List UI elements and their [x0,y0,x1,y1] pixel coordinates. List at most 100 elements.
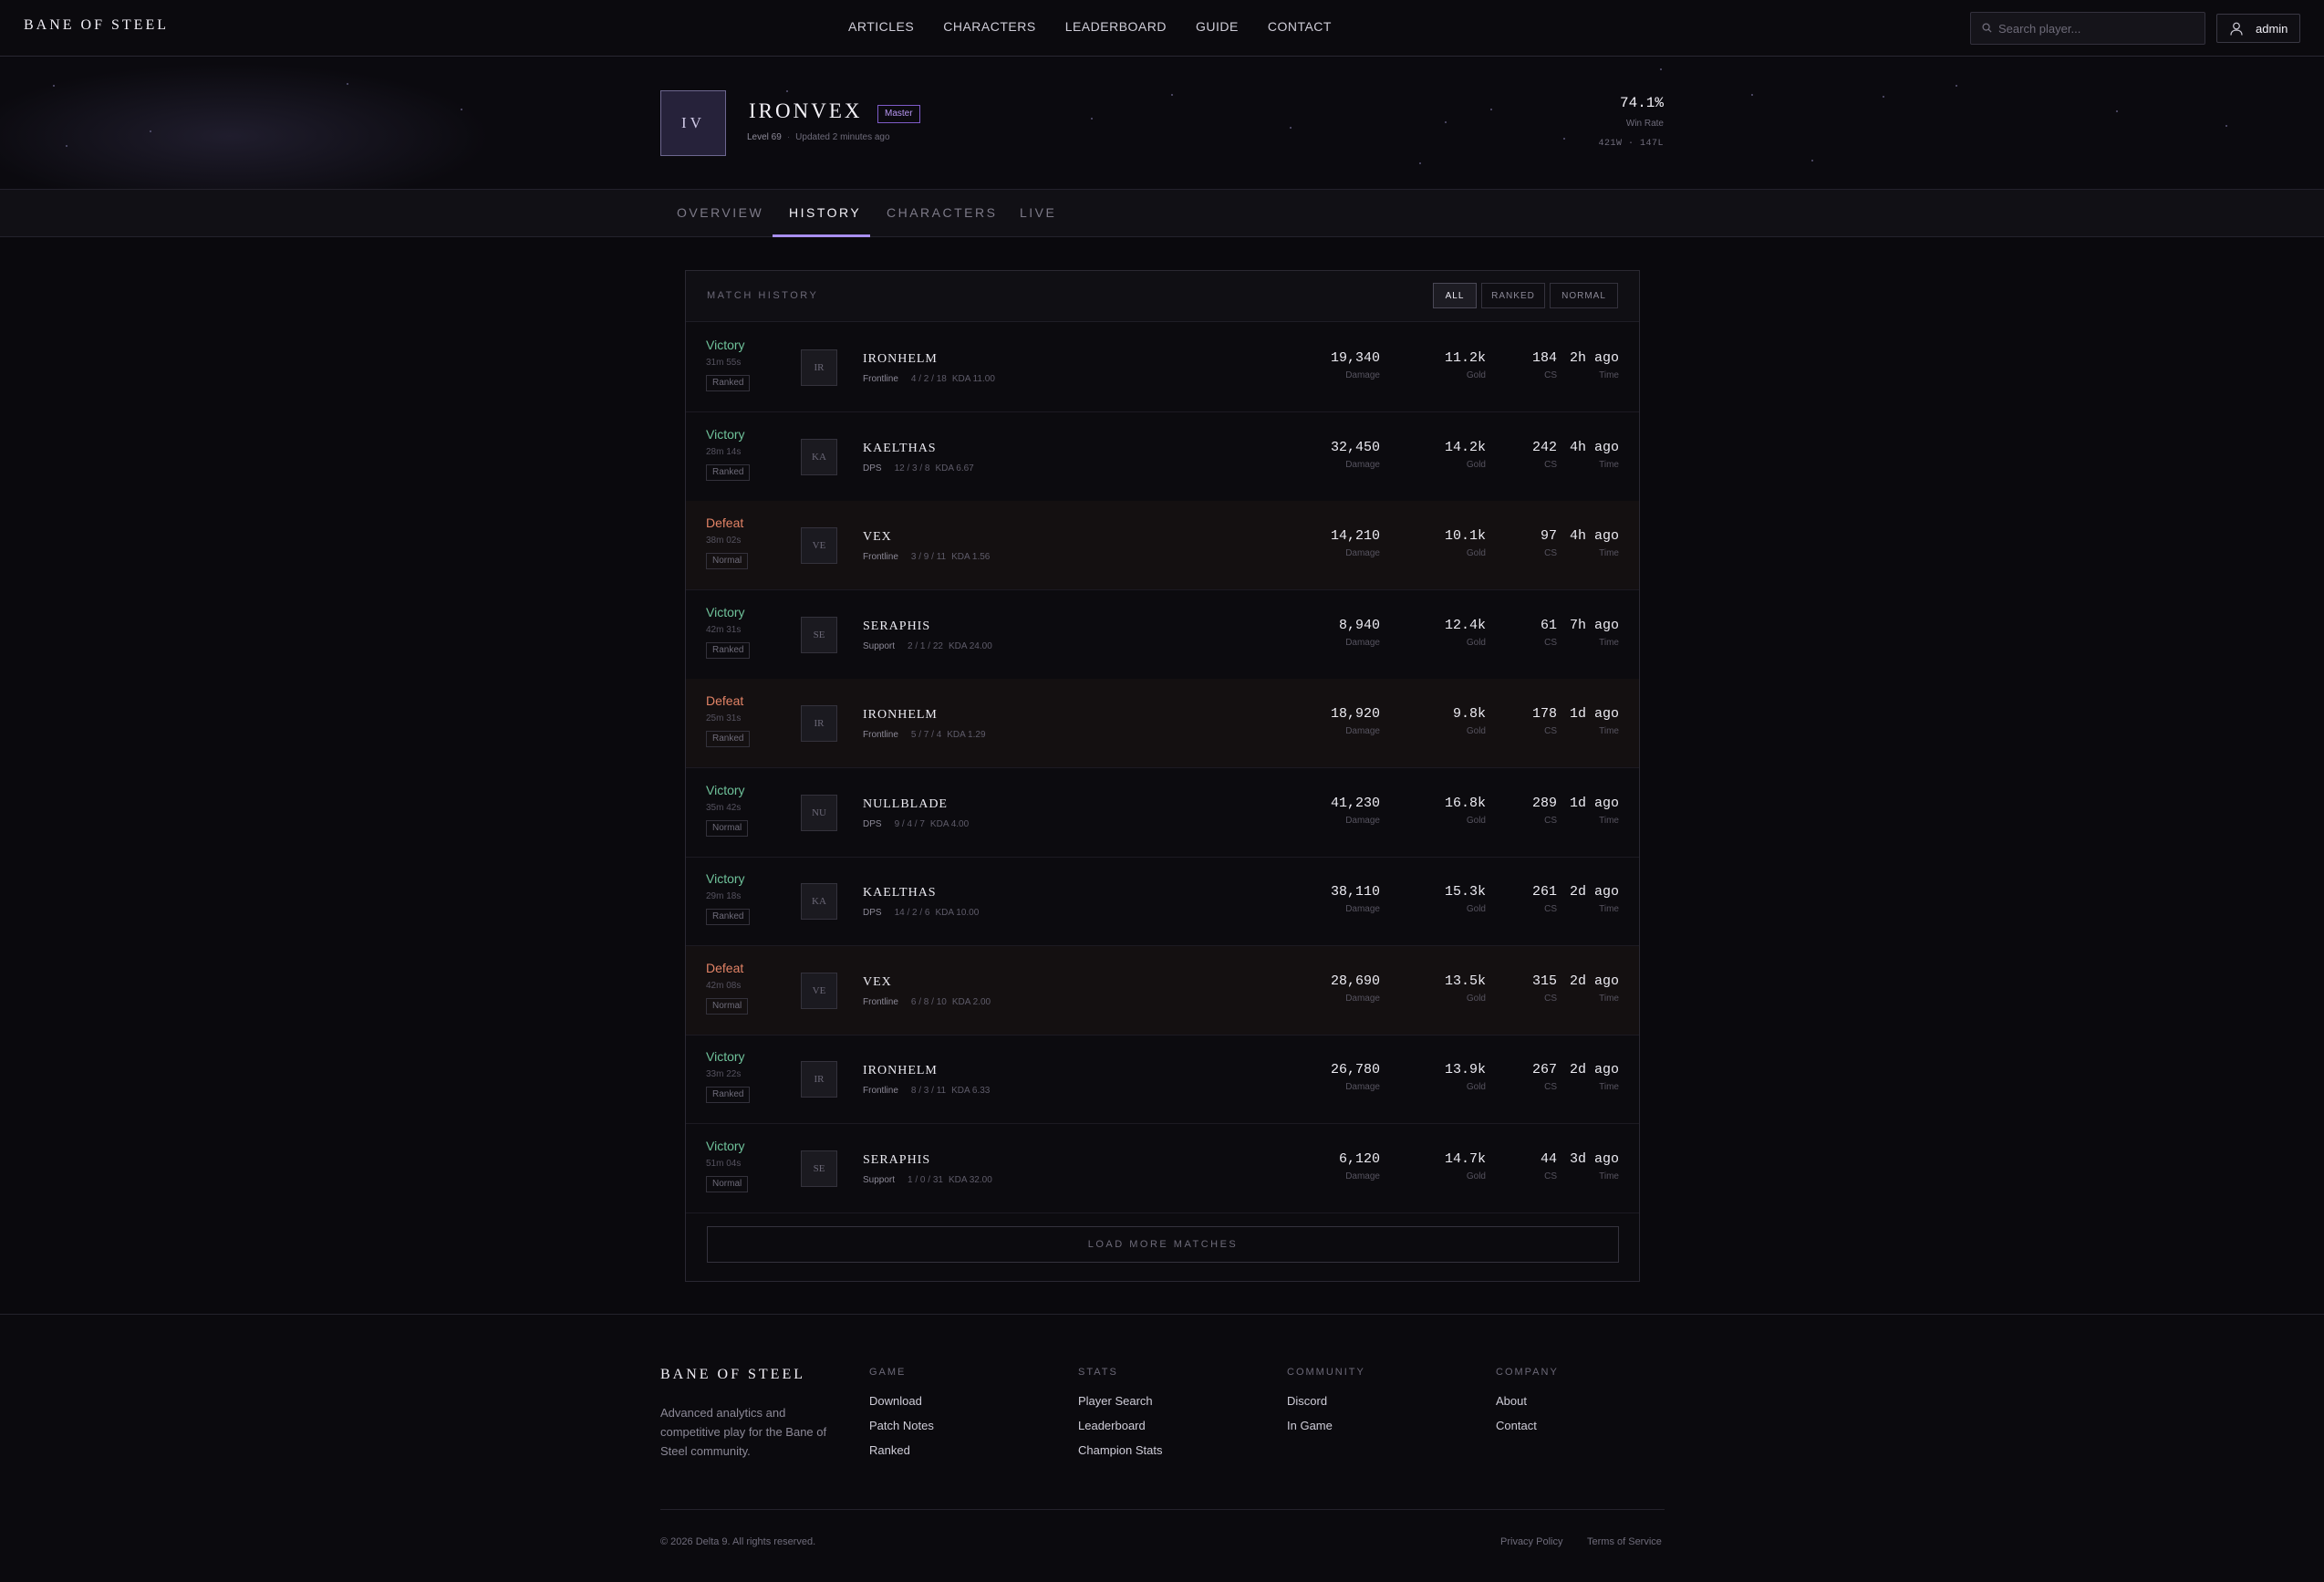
footer-link-discord[interactable]: Discord [1287,1394,1365,1410]
profile-tabs: OVERVIEW HISTORY CHARACTERS LIVE [0,189,2324,237]
time-stat: 4h ago Time [1570,440,1619,470]
star-decoration [1290,127,1292,129]
kda-ratio: KDA 11.00 [951,374,995,384]
champion-meta: Frontline 6 / 8 / 10 KDA 2.00 [863,997,991,1007]
footer-col-stats: STATS Player Search Leaderboard Champion… [1078,1367,1163,1468]
match-row[interactable]: Victory 28m 14s Ranked KA KAELTHAS DPS 12 / 3 … [686,412,1639,502]
champion-meta: DPS 14 / 2 / 6 KDA 10.00 [863,908,979,918]
champion-name[interactable]: IRONHELM [863,352,938,367]
champion-name[interactable]: SERAPHIS [863,1153,930,1168]
nav-link-leaderboard[interactable]: LEADERBOARD [1065,19,1167,34]
match-row[interactable]: Defeat 25m 31s Ranked IR IRONHELM Frontline 5 … [686,679,1639,768]
match-row[interactable]: Defeat 42m 08s Normal VE VEX Frontline 6 / 8 /… [686,945,1639,1036]
champion-role: DPS [863,908,882,918]
terms-of-service-link[interactable]: Terms of Service [1587,1536,1662,1547]
gold-label: Gold [1466,726,1486,736]
damage-label: Damage [1345,459,1380,470]
tab-overview[interactable]: OVERVIEW [677,205,763,220]
match-row[interactable]: Victory 51m 04s Normal SE SERAPHIS Support 1 /… [686,1124,1639,1213]
champion-name[interactable]: KAELTHAS [863,886,937,900]
match-result: Victory [706,871,745,886]
win-loss-record: 421W · 147L [1598,139,1664,149]
filter-all-button[interactable]: ALL [1433,283,1477,308]
champion-name[interactable]: IRONHELM [863,708,938,723]
damage-label: Damage [1345,1082,1380,1092]
player-search [1970,12,2205,45]
match-row[interactable]: Defeat 38m 02s Normal VE VEX Frontline 3 / 9 /… [686,501,1639,590]
champion-name[interactable]: VEX [863,975,892,990]
footer-description: Advanced analytics and competitive play … [660,1406,827,1458]
match-duration: 33m 22s [706,1069,742,1079]
tab-history[interactable]: HISTORY [789,205,861,220]
search-input[interactable] [1998,13,2199,44]
star-decoration [53,85,55,87]
time-value: 2d ago [1569,973,1619,989]
footer-link-in-game[interactable]: In Game [1287,1419,1365,1434]
footer-link-leaderboard[interactable]: Leaderboard [1078,1419,1163,1434]
match-row[interactable]: Victory 29m 18s Ranked KA KAELTHAS DPS 14 / 2 … [686,857,1639,946]
time-value: 4h ago [1569,528,1619,544]
user-name: admin [2256,22,2288,36]
nav-link-articles[interactable]: ARTICLES [848,19,914,34]
footer-link-player-search[interactable]: Player Search [1078,1394,1163,1410]
tab-characters[interactable]: CHARACTERS [887,205,997,220]
damage-label: Damage [1345,904,1380,914]
rank-badge: Master [877,105,920,123]
champion-role: Frontline [863,374,898,384]
damage-value: 19,340 [1330,350,1380,366]
cs-value: 61 [1540,617,1557,633]
footer-link-champion-stats[interactable]: Champion Stats [1078,1443,1163,1459]
match-row[interactable]: Victory 33m 22s Ranked IR IRONHELM Frontline 8… [686,1035,1639,1124]
gold-value: 12.4k [1444,617,1486,633]
champion-role: DPS [863,818,882,829]
time-value: 2d ago [1569,1062,1619,1077]
champion-name[interactable]: NULLBLADE [863,797,948,812]
footer-link-about[interactable]: About [1496,1394,1559,1410]
privacy-policy-link[interactable]: Privacy Policy [1500,1536,1562,1547]
champion-name[interactable]: SERAPHIS [863,619,930,634]
match-row[interactable]: Victory 35m 42s Normal NU NULLBLADE DPS 9 / 4 … [686,768,1639,858]
queue-tag: Ranked [706,731,751,747]
filter-ranked-button[interactable]: RANKED [1481,283,1545,308]
champion-name[interactable]: KAELTHAS [863,442,937,456]
kda-ratio: KDA 1.29 [947,730,986,740]
load-more-button[interactable]: LOAD MORE MATCHES [707,1226,1619,1263]
damage-label: Damage [1345,1171,1380,1181]
damage-value: 8,940 [1338,617,1380,633]
champion-role: Support [863,1174,896,1185]
player-level: Level 69 [747,132,782,142]
damage-stat: 28,690 Damage [1331,973,1380,1004]
damage-label: Damage [1345,993,1380,1004]
footer-link-patch-notes[interactable]: Patch Notes [869,1419,934,1434]
cs-stat: 289 CS [1532,796,1557,826]
time-stat: 1d ago Time [1570,706,1619,736]
damage-value: 14,210 [1330,528,1380,544]
footer-link-contact[interactable]: Contact [1496,1419,1559,1434]
damage-stat: 26,780 Damage [1331,1062,1380,1092]
footer-link-download[interactable]: Download [869,1394,934,1410]
time-stat: 2h ago Time [1570,350,1619,380]
footer-logo[interactable]: BANE OF STEEL [660,1367,805,1383]
user-menu-button[interactable]: admin [2216,14,2300,43]
filter-normal-button[interactable]: NORMAL [1550,283,1618,308]
match-row[interactable]: Victory 42m 31s Ranked SE SERAPHIS Support 2 /… [686,590,1639,680]
site-logo[interactable]: BANE OF STEEL [24,17,169,34]
time-value: 2h ago [1569,350,1619,366]
tab-live[interactable]: LIVE [1020,205,1056,220]
champion-role: Support [863,640,896,651]
site-footer: BANE OF STEEL Advanced analytics and com… [0,1314,2324,1582]
cs-label: CS [1544,815,1557,826]
gold-label: Gold [1466,1171,1486,1181]
champion-name[interactable]: VEX [863,530,892,545]
match-history-header: MATCH HISTORY ALL RANKED NORMAL [686,271,1639,322]
queue-tag: Ranked [706,463,751,481]
nav-link-guide[interactable]: GUIDE [1196,19,1239,34]
kill-death-assist: 2 / 1 / 22 [908,640,943,651]
cs-label: CS [1544,1171,1557,1181]
champion-name[interactable]: IRONHELM [863,1064,938,1078]
footer-link-ranked[interactable]: Ranked [869,1443,934,1459]
match-row[interactable]: Victory 31m 55s Ranked IR IRONHELM Frontline 4… [686,323,1639,412]
nav-link-characters[interactable]: CHARACTERS [943,19,1035,34]
nav-link-contact[interactable]: CONTACT [1268,19,1332,34]
damage-stat: 41,230 Damage [1331,796,1380,826]
